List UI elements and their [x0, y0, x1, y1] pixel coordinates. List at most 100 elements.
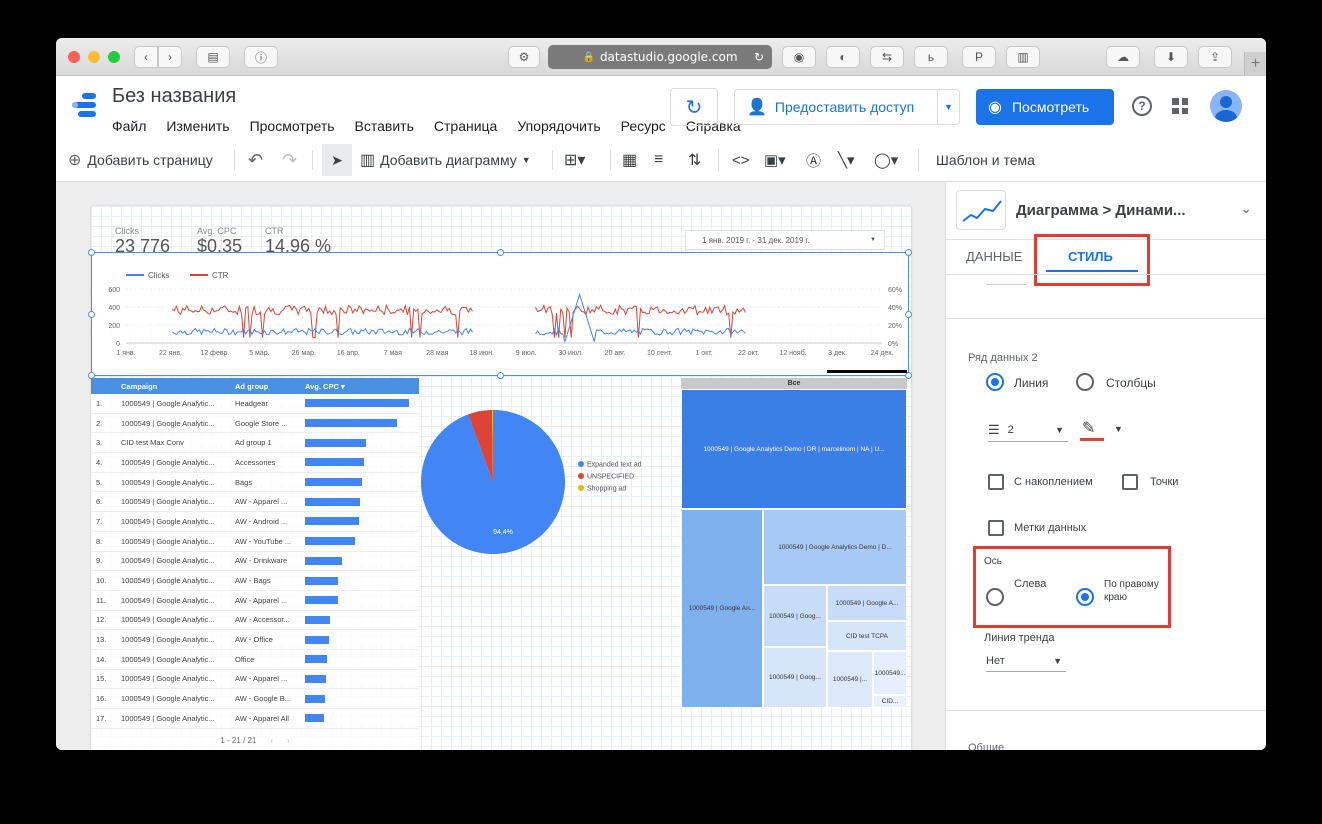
table-row[interactable]: 15. 1000549 | Google Analytic... AW - Appa… [91, 669, 419, 690]
sidebar-icon[interactable]: ▤ [196, 46, 230, 68]
table-row[interactable]: 10. 1000549 | Google Analytic... AW - Bags [91, 571, 419, 591]
add-page-button[interactable]: ⊕ Добавить страницу [68, 138, 213, 182]
menu-edit[interactable]: Изменить [166, 118, 229, 134]
checkbox-data-labels[interactable] [988, 520, 1004, 536]
view-button[interactable]: ◉ Посмотреть [976, 89, 1114, 125]
radio-bars[interactable] [1076, 373, 1094, 391]
treemap-cell[interactable]: 1000549... [873, 651, 907, 695]
treemap-cell[interactable]: 1000549 | Goog... [763, 647, 827, 708]
text-icon[interactable]: Ⓐ [806, 138, 821, 182]
tab-data[interactable]: ДАННЫЕ [966, 249, 1022, 264]
minimize-window-icon[interactable] [88, 51, 100, 63]
calendar-icon[interactable]: ▦ [622, 138, 637, 182]
embed-code-icon[interactable]: <> [732, 138, 750, 182]
pinterest-icon[interactable]: P [962, 46, 996, 68]
table-row[interactable]: 12. 1000549 | Google Analytic... AW - Acce… [91, 610, 419, 631]
table-row[interactable]: 14. 1000549 | Google Analytic... Office [91, 649, 419, 670]
next-page-icon[interactable]: › [287, 736, 290, 745]
select-cursor-icon[interactable]: ➤ [322, 144, 352, 176]
menu-file[interactable]: Файл [112, 118, 146, 134]
forward-icon[interactable]: › [158, 46, 182, 68]
table-row[interactable]: 2. 1000549 | Google Analytic... Google Sto… [91, 413, 419, 434]
table-row[interactable]: 9. 1000549 | Google Analytic... AW - Drink… [91, 551, 419, 572]
cell-campaign: 1000549 | Google Analytic... [121, 477, 215, 487]
table-row[interactable]: 5. 1000549 | Google Analytic... Bags [91, 472, 419, 493]
report-title[interactable]: Без названия [112, 85, 236, 108]
radio-axis-left[interactable] [986, 588, 1004, 606]
share-dropdown-icon[interactable]: ▼ [937, 90, 959, 124]
zoom-window-icon[interactable] [108, 51, 120, 63]
menu-arrange[interactable]: Упорядочить [517, 118, 600, 134]
swap-icon[interactable]: ⇆ [870, 46, 904, 68]
col-cpc[interactable]: Avg. CPC ▾ [305, 382, 419, 391]
undo-icon[interactable]: ↶ [248, 138, 263, 182]
treemap-cell[interactable]: CID... [873, 695, 907, 708]
treemap-cell[interactable]: 1000549 | Google An... [681, 509, 763, 708]
treemap-cell[interactable]: CID test TCPA [827, 621, 907, 651]
pie-chart[interactable]: Expanded text ad UNSPECIFIED Shopping ad 94… [421, 402, 671, 562]
sort-icon[interactable]: ⇅ [688, 138, 701, 182]
controls-icon[interactable]: ⊞▾ [564, 138, 585, 182]
radio-axis-right[interactable] [1076, 588, 1094, 606]
treemap-chart[interactable]: Все 1000549 | Google Analytics Demo | DR… [681, 378, 907, 708]
address-bar[interactable]: 🔒 datastudio.google.com ↻ [548, 45, 772, 69]
campaign-table[interactable]: Campaign Ad group Avg. CPC ▾ 1. 1000549 |… [91, 378, 419, 750]
settings-gear-icon[interactable]: ⚙ [508, 46, 540, 68]
table-row[interactable]: 4. 1000549 | Google Analytic... Accessorie… [91, 453, 419, 473]
col-campaign[interactable]: Campaign [121, 382, 235, 391]
reload-icon[interactable]: ↻ [754, 50, 764, 64]
line-color-picker[interactable]: ✎ ▼ [1080, 418, 1130, 444]
table-row[interactable]: 1. 1000549 | Google Analytic... Headgear [91, 394, 419, 414]
table-row[interactable]: 11. 1000549 | Google Analytic... AW - Appa… [91, 590, 419, 611]
chevron-down-icon[interactable]: ⌄ [1240, 200, 1252, 217]
menu-page[interactable]: Страница [434, 118, 497, 134]
line-weight-select[interactable]: ☰ 2 ▼ [988, 418, 1068, 442]
radio-line[interactable] [986, 373, 1004, 391]
menu-resource[interactable]: Ресурс [621, 118, 666, 134]
checkbox-cumulative[interactable] [988, 474, 1004, 490]
help-icon[interactable]: ? [1132, 96, 1152, 116]
close-window-icon[interactable] [68, 51, 80, 63]
filter-icon[interactable]: ≡ [654, 138, 663, 182]
treemap-cell[interactable]: 1000549 |... [827, 651, 873, 708]
redo-icon[interactable]: ↷ [282, 138, 297, 182]
col-adgroup[interactable]: Ad group [235, 382, 305, 391]
treemap-cell[interactable]: 1000549 | Google A... [827, 585, 907, 621]
table-row[interactable]: 6. 1000549 | Google Analytic... AW - Appar… [91, 492, 419, 513]
table-row[interactable]: 7. 1000549 | Google Analytic... AW - Andro… [91, 512, 419, 532]
table-row[interactable]: 16. 1000549 | Google Analytic... AW - Goog… [91, 689, 419, 709]
refresh-button[interactable]: ↻ [670, 88, 718, 126]
table-row[interactable]: 8. 1000549 | Google Analytic... AW - YouTu… [91, 531, 419, 552]
back-icon[interactable]: ‹ [134, 46, 158, 68]
shape-icon[interactable]: ◯▾ [874, 138, 898, 182]
trend-select[interactable]: Нет ▼ [986, 650, 1066, 672]
menu-view[interactable]: Просмотреть [250, 118, 335, 134]
cloud-icon[interactable]: ☁ [1106, 46, 1140, 68]
extension-icon-3[interactable]: ь [914, 46, 948, 68]
table-row[interactable]: 3. CID test Max Conv Ad group 1 [91, 433, 419, 454]
download-icon[interactable]: ⬇ [1154, 46, 1188, 68]
extension-icon-2[interactable]: ◐ [826, 46, 860, 68]
new-tab-icon[interactable]: + [1244, 52, 1266, 76]
treemap-cell[interactable]: 1000549 | Goog... [763, 585, 827, 647]
apps-grid-icon[interactable] [1172, 98, 1188, 114]
timeseries-chart[interactable]: Clicks CTR 600 400 200 0 60% 40% 20% 0% 1 янв. 22 я… [88, 249, 912, 379]
treemap-cell[interactable]: 1000549 | Google Analytics Demo | DR | m… [681, 389, 907, 509]
checkbox-points[interactable] [1122, 474, 1138, 490]
table-row[interactable]: 17. 1000549 | Google Analytic... AW - Appa… [91, 709, 419, 729]
treemap-cell[interactable]: 1000549 | Google Analytics Demo | D... [763, 509, 907, 585]
avatar[interactable] [1210, 90, 1242, 122]
add-chart-button[interactable]: ▥ Добавить диаграмму ▼ [360, 138, 531, 182]
extension-icon[interactable]: ⓘ [244, 46, 278, 68]
theme-button[interactable]: Шаблон и тема [936, 138, 1035, 182]
prev-page-icon[interactable]: ‹ [270, 736, 273, 745]
share-icon[interactable]: ⇪ [1198, 46, 1232, 68]
date-range-control[interactable]: 1 янв. 2019 г. - 31 дек. 2019 г. ▼ [685, 230, 885, 250]
line-icon[interactable]: ╲▾ [838, 138, 855, 182]
pocket-icon[interactable]: ◉ [782, 46, 816, 68]
table-row[interactable]: 13. 1000549 | Google Analytic... AW - Offi… [91, 630, 419, 650]
menu-insert[interactable]: Вставить [355, 118, 414, 134]
share-button[interactable]: 👤 Предоставить доступ ▼ [734, 89, 960, 125]
stack-icon[interactable]: ▥ [1006, 46, 1040, 68]
image-icon[interactable]: ▣▾ [764, 138, 786, 182]
